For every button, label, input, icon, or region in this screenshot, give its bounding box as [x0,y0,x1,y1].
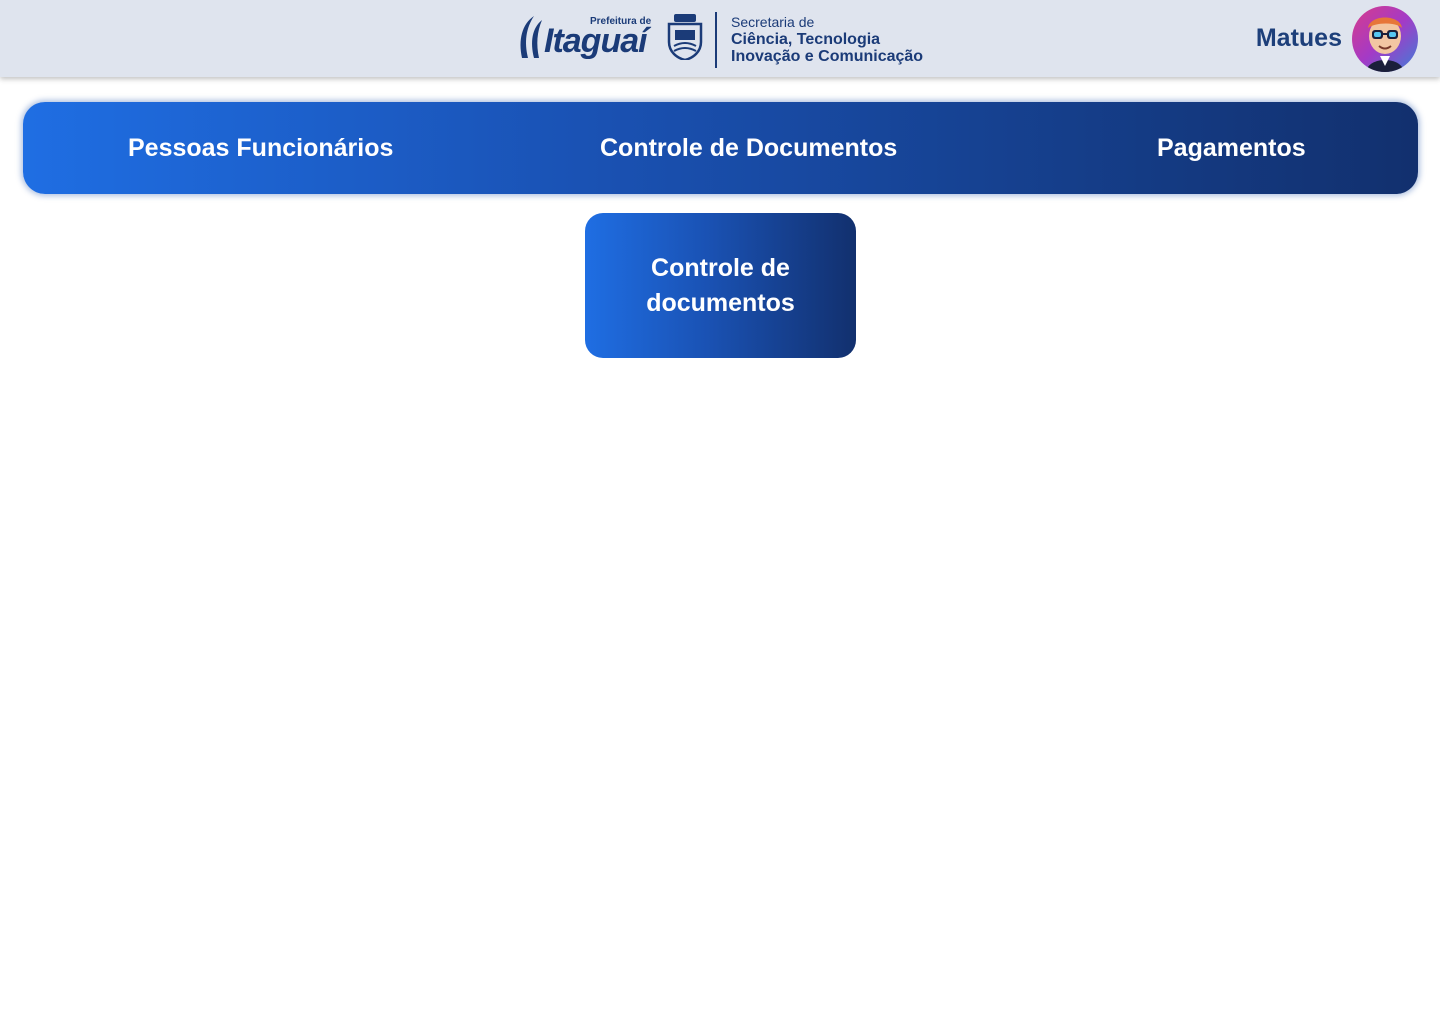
main-nav-bar: Pessoas Funcionários Controle de Documen… [23,102,1418,194]
secretaria-title: Secretaria de Ciência, Tecnologia Inovaç… [731,14,923,65]
prefeitura-logo[interactable]: Prefeitura de Itaguaí Secretaria de Ciên… [516,10,936,70]
coat-of-arms-icon [667,14,703,60]
secretaria-line2: Ciência, Tecnologia [731,31,881,48]
secretaria-line1: Secretaria de [731,14,815,30]
nav-item-pessoas-funcionarios[interactable]: Pessoas Funcionários [128,102,393,194]
user-avatar-icon [1352,6,1418,72]
user-name[interactable]: Matues [1256,24,1342,53]
secretaria-line3: Inovação e Comunicação [731,48,924,65]
card-label: Controle de documentos [646,253,795,317]
nav-item-controle-de-documentos[interactable]: Controle de Documentos [600,102,897,194]
city-name: Itaguaí [544,22,648,60]
top-header: Prefeitura de Itaguaí Secretaria de Ciên… [0,0,1440,77]
sail-icon [520,16,542,58]
controle-de-documentos-card[interactable]: Controle de documentos [585,213,856,358]
logo-divider [715,12,717,68]
avatar[interactable] [1352,6,1418,72]
nav-item-pagamentos[interactable]: Pagamentos [1157,102,1306,194]
